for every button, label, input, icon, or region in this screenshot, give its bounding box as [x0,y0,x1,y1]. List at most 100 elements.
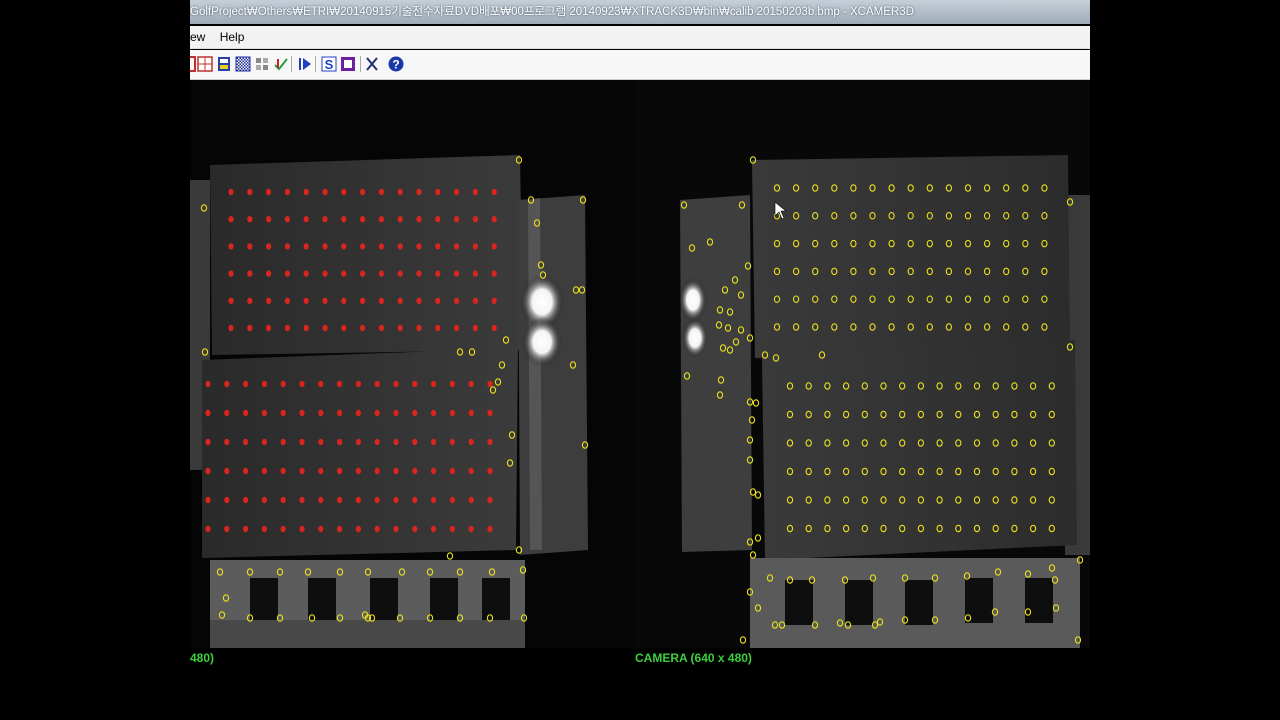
calibration-marker [374,525,380,533]
calibration-marker [247,270,253,277]
calibration-marker [228,188,234,196]
left-camera-label: 480) [190,651,215,665]
calibration-marker [360,270,366,277]
menu-bar: ew Help [190,26,1090,49]
calibration-marker [412,438,418,446]
calibration-marker [337,467,343,475]
calibration-marker [318,380,324,388]
calibration-marker [299,380,305,388]
calibration-marker [224,380,230,388]
calibration-marker [266,270,272,277]
x-icon[interactable] [363,55,381,73]
calibration-marker [412,496,418,504]
calibration-marker [435,188,441,196]
menu-help[interactable]: Help [220,26,252,48]
calibration-marker [412,409,418,417]
calibration-marker [247,297,253,304]
dots-icon[interactable] [253,55,271,73]
calibration-marker [355,467,361,475]
calibration-marker [322,188,328,196]
help-icon[interactable]: ? [387,55,405,73]
calibration-marker [454,270,460,277]
calibration-marker [261,525,267,533]
calibration-marker [318,467,324,475]
calibration-marker [416,270,422,277]
calibration-marker [303,243,309,250]
calibration-marker [284,297,290,304]
calibration-marker [228,297,234,304]
calibration-marker [341,216,347,223]
calibration-marker [299,525,305,533]
calibration-marker [472,216,478,223]
right-camera-label: CAMERA (640 x 480) [635,651,752,665]
calibration-marker [397,216,403,223]
calibration-marker [318,496,324,504]
calibration-marker [341,297,347,304]
calibration-marker [247,216,253,223]
calibration-marker [247,324,253,332]
calibration-marker [284,270,290,277]
pattern-icon[interactable] [234,55,252,73]
calibration-marker [416,188,422,196]
calibration-marker [360,297,366,304]
calibration-marker [247,188,253,196]
calibration-marker [266,216,272,223]
calibration-marker [468,438,474,446]
calibration-marker [393,496,399,504]
calibration-marker [299,467,305,475]
calibration-marker [322,270,328,277]
save-icon[interactable] [215,55,233,73]
calibration-marker [487,409,493,417]
calibration-marker [322,243,328,250]
calibration-marker [416,297,422,304]
calibration-marker [393,380,399,388]
calibration-marker [472,324,478,332]
calibration-marker [341,324,347,332]
play-icon[interactable] [296,55,314,73]
calibration-marker [435,216,441,223]
grid-icon[interactable] [196,55,214,73]
xcamer3d-window: GolfProject₩Others₩ETRI₩20140915기술전수자료DV… [190,0,1090,672]
calibration-marker [454,297,460,304]
camera-view[interactable] [190,80,1090,648]
calibration-marker [284,324,290,332]
calibration-marker [431,496,437,504]
calibration-marker [449,380,455,388]
calibration-marker [355,525,361,533]
calibration-marker [468,409,474,417]
calibration-marker [337,496,343,504]
calibration-marker [449,467,455,475]
right-light-reflection [679,278,707,322]
calibration-marker [472,270,478,277]
calibration-marker [435,324,441,332]
calibration-marker [303,324,309,332]
calibration-marker [378,188,384,196]
calibration-marker [397,297,403,304]
calibration-marker [454,188,460,196]
calibration-marker [303,216,309,223]
title-bar[interactable]: GolfProject₩Others₩ETRI₩20140915기술전수자료DV… [190,0,1090,24]
calibration-marker [355,438,361,446]
right-board-bottom [762,340,1077,560]
calibration-marker [491,216,497,223]
calibration-marker [337,438,343,446]
status-bar: 480) CAMERA (640 x 480) [190,648,1090,672]
calibration-marker [205,409,211,417]
calibration-marker [322,297,328,304]
calibration-marker [360,188,366,196]
calibration-marker [431,409,437,417]
toolbar: S ? [190,50,1090,80]
menu-view[interactable]: ew [190,26,212,48]
calibration-marker [318,525,324,533]
s-icon[interactable]: S [320,55,338,73]
calibration-marker [435,270,441,277]
calibration-marker [449,409,455,417]
calibration-marker [224,409,230,417]
stop-icon[interactable] [339,55,357,73]
calibration-marker [491,297,497,304]
calibration-marker [378,216,384,223]
check-icon[interactable] [272,55,290,73]
calibration-marker [360,243,366,250]
calibration-marker [487,438,493,446]
left-camera-image [190,80,635,648]
